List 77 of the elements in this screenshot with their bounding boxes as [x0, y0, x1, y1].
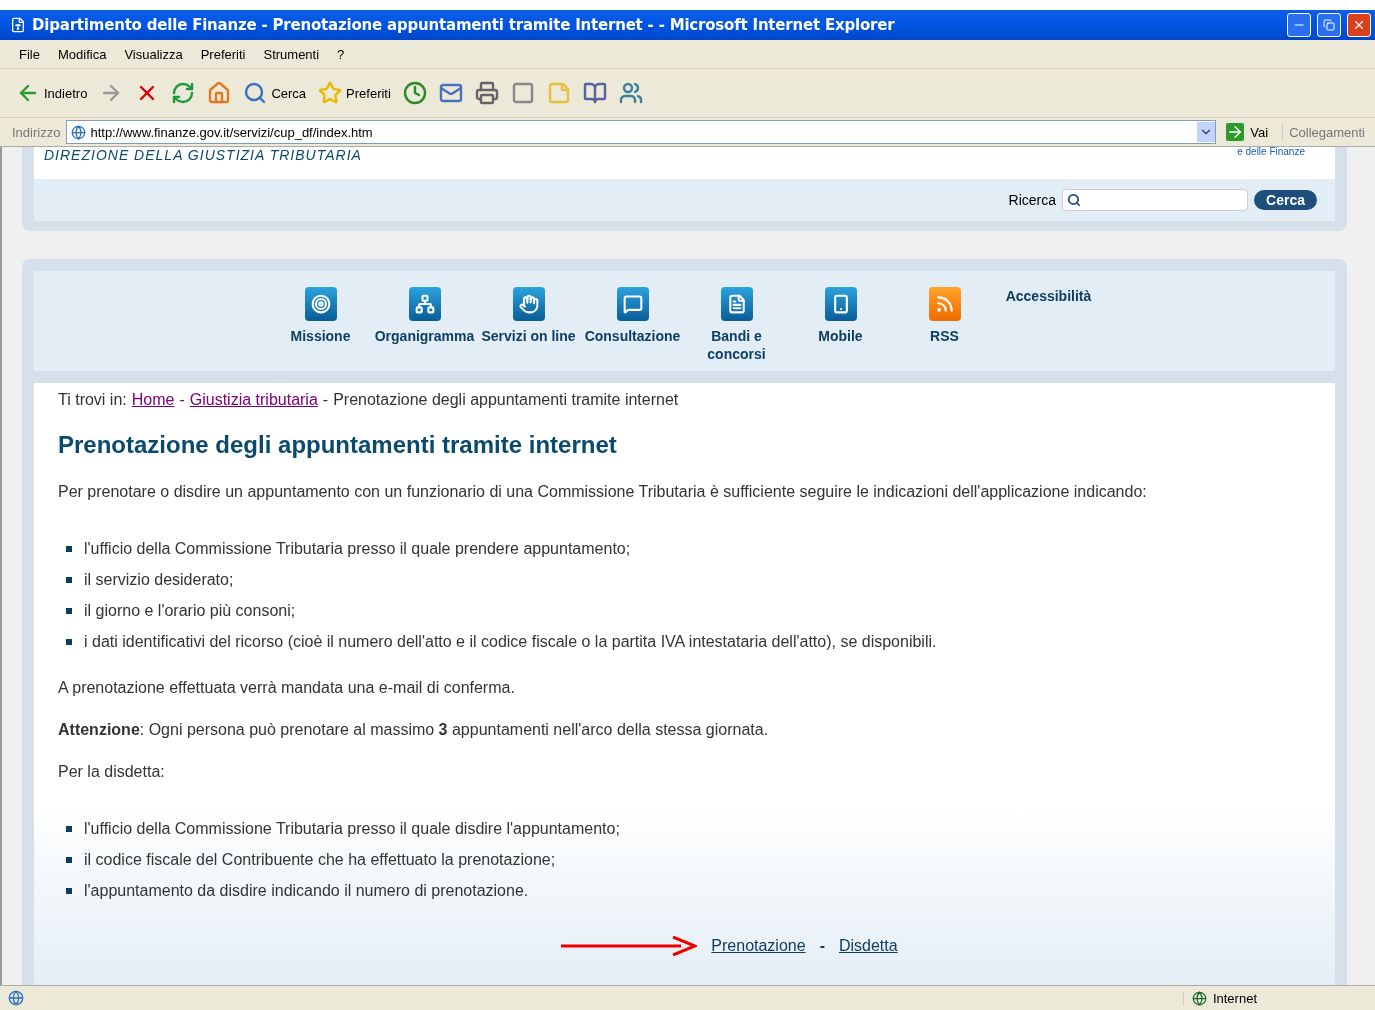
list-item-text: il servizio desiderato;: [84, 570, 234, 589]
search-field[interactable]: [1062, 189, 1249, 211]
minimize-button[interactable]: [1287, 13, 1311, 37]
nav-link[interactable]: Consultazione: [580, 287, 685, 345]
close-button[interactable]: [1347, 13, 1371, 37]
breadcrumb-link[interactable]: Home: [131, 391, 175, 409]
nav-link[interactable]: Mobile: [788, 287, 893, 345]
nav-link[interactable]: Accessibilità: [996, 287, 1101, 305]
booking-link[interactable]: Prenotazione: [711, 937, 806, 955]
menu-item[interactable]: ?: [328, 46, 354, 62]
address-field[interactable]: http://www.finanze.gov.it/servizi/cup_df/index.htm: [66, 120, 1217, 144]
search-icon: [243, 81, 268, 105]
org-chart-icon: [408, 287, 441, 321]
search-icon: [1067, 193, 1082, 207]
intro-paragraph: Per prenotare o disdire un appuntamento con un funzionario di una Commissione Tributaria è sufficiente seguire le indicazioni dell'applicazione indicando:: [58, 482, 1148, 502]
breadcrumb-link[interactable]: Giustizia tributaria: [189, 391, 318, 409]
list-item-text: il giorno e l'orario più consoni;: [84, 601, 296, 620]
links-label: Collegamenti: [1289, 124, 1366, 140]
page-heading: Prenotazione degli appuntamenti tramite internet: [58, 431, 618, 459]
restore-icon: [1323, 19, 1335, 31]
nav-link[interactable]: Bandi e concorsi: [684, 287, 789, 363]
search-label: Ricerca: [1008, 192, 1057, 208]
menu-item[interactable]: Modifica: [48, 46, 116, 62]
toolbar-button[interactable]: Indietro: [14, 79, 90, 107]
nav-link[interactable]: Missione: [268, 287, 373, 345]
bullet-icon: [66, 576, 72, 583]
page-icon: [71, 124, 87, 140]
toolbar-button[interactable]: Cerca: [241, 79, 309, 107]
confirmation-paragraph: A prenotazione effettuata verrà mandata una e-mail di conferma.: [58, 678, 516, 698]
window-title: Dipartimento delle Finanze - Prenotazione appuntamenti tramite Internet - - Microsoft Internet Explorer: [32, 16, 896, 34]
bullet-icon: [66, 638, 72, 645]
bullet-icon: [66, 545, 72, 552]
cancel-link[interactable]: Disdetta: [838, 937, 898, 955]
menu-item[interactable]: Strumenti: [254, 46, 329, 62]
toolbar-button[interactable]: Preferiti: [316, 79, 393, 107]
rss-icon: [928, 287, 961, 321]
logo-caption: e delle Finanze: [1237, 147, 1305, 157]
go-button[interactable]: Vai: [1222, 123, 1284, 141]
attention-paragraph: Attenzione: Ogni persona può prenotare al massimo 3 appuntamenti nell'arco della stessa giornata.: [58, 720, 770, 740]
bullet-icon: [66, 887, 72, 894]
bullet-icon: [66, 607, 72, 614]
breadcrumb-separator: -: [322, 391, 329, 409]
cancel-intro: Per la disdetta:: [58, 762, 166, 782]
document-icon: [720, 287, 753, 321]
hand-icon: [512, 287, 545, 321]
list-item-text: i dati identificativi del ricorso (cioè il numero dell'atto e il codice fiscale o la partita IVA intestataria dell'atto), se disponibili.: [84, 632, 937, 651]
menu-item[interactable]: Preferiti: [191, 46, 255, 62]
bullet-icon: [66, 825, 72, 832]
phone-icon: [824, 287, 857, 321]
link-separator: -: [819, 937, 825, 955]
pointer-arrow-icon: [561, 936, 698, 956]
breadcrumb-separator: -: [179, 391, 185, 409]
globe-icon: [1191, 990, 1207, 1006]
target-icon: [304, 287, 337, 321]
organization-name: DIREZIONE DELLA GIUSTIZIA TRIBUTARIA: [44, 147, 362, 163]
breadcrumb-label: Ti trovi in:: [58, 391, 127, 409]
close-icon: [1352, 18, 1366, 32]
url-text: http://www.finanze.gov.it/servizi/cup_df/index.htm: [90, 124, 374, 140]
restore-button[interactable]: [1317, 13, 1341, 37]
menu-item[interactable]: Visualizza: [115, 46, 192, 62]
search-button[interactable]: Cerca: [1254, 190, 1317, 210]
menu-item[interactable]: File: [10, 46, 49, 62]
list-item-text: l'appuntamento da disdire indicando il numero di prenotazione.: [84, 881, 529, 900]
nav-link[interactable]: RSS: [892, 287, 997, 345]
list-item-text: l'ufficio della Commissione Tributaria presso il quale prendere appuntamento;: [84, 539, 631, 558]
list-item-text: il codice fiscale del Contribuente che ha effettuato la prenotazione;: [84, 850, 556, 869]
bullet-icon: [66, 856, 72, 863]
star-icon: [318, 81, 343, 105]
page-icon: [8, 990, 24, 1006]
address-label: Indirizzo: [12, 124, 61, 140]
breadcrumb-current: Prenotazione degli appuntamenti tramite internet: [333, 391, 679, 409]
security-zone: Internet: [1182, 990, 1367, 1006]
list-item-text: l'ufficio della Commissione Tributaria presso il quale disdire l'appuntamento;: [84, 819, 620, 838]
chat-icon: [616, 287, 649, 321]
nav-link[interactable]: Organigramma: [372, 287, 477, 345]
dropdown-button[interactable]: [1197, 122, 1216, 142]
nav-link[interactable]: Servizi on line: [476, 287, 581, 345]
